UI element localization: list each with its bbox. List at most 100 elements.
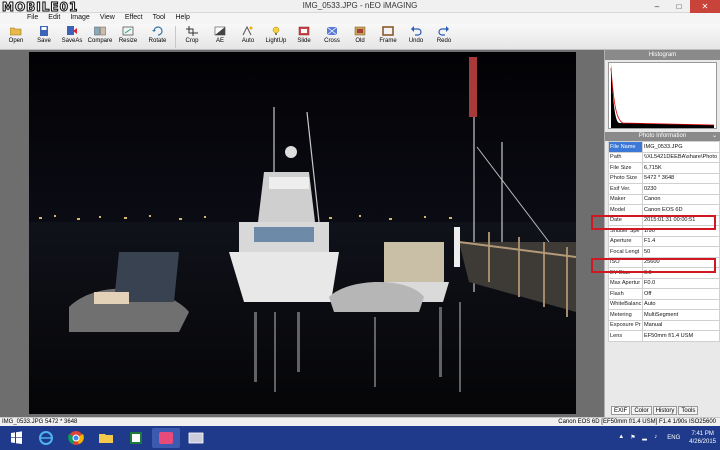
clock[interactable]: 7:41 PM 4/26/2015 — [689, 430, 716, 446]
collapse-icon[interactable]: ⌄ — [712, 132, 717, 141]
undo-icon — [411, 26, 422, 36]
cross-label: Cross — [324, 38, 340, 44]
resize-icon — [122, 26, 134, 36]
lightup-button[interactable]: LightUp — [262, 24, 290, 50]
info-key: WhiteBalanc — [608, 298, 643, 310]
tab-exif[interactable]: EXIF — [611, 406, 631, 415]
info-row[interactable]: Path \\XL5421DEEBA\share\Photo — [608, 151, 720, 163]
crop-button[interactable]: Crop — [178, 24, 206, 50]
minimize-button[interactable]: – — [646, 0, 668, 13]
undo-label: Undo — [408, 38, 424, 44]
tab-history[interactable]: History — [652, 406, 678, 415]
compare-button[interactable]: Compare — [86, 24, 114, 50]
photo-viewer-button[interactable] — [182, 428, 210, 448]
menu-view[interactable]: View — [95, 13, 120, 24]
system-tray: ▲ ⚑ ▂ ♪ ENG 7:41 PM 4/26/2015 — [616, 427, 716, 449]
chrome-button[interactable] — [62, 428, 90, 448]
tab-tools[interactable]: Tools — [678, 406, 699, 415]
window-controls: – □ ✕ — [646, 0, 720, 13]
status-exif-summary: Canon EOS 6D [EF50mm f/1.4 USM] F1.4 1/9… — [558, 419, 716, 425]
neo-imaging-button[interactable] — [152, 428, 180, 448]
info-key: Max Apertur — [608, 277, 643, 289]
info-row[interactable]: WhiteBalanc Auto — [608, 298, 720, 310]
slide-label: Slide — [297, 38, 311, 44]
open-icon — [10, 27, 22, 36]
excel-icon — [130, 432, 142, 444]
auto-button[interactable]: Auto — [234, 24, 262, 50]
info-panel: Histogram Photo Information ⌄ File Name I… — [591, 50, 720, 417]
info-row[interactable]: Metering MultiSegment — [608, 309, 720, 321]
info-row[interactable]: Exposure Pr Manual — [608, 319, 720, 331]
menu-edit[interactable]: Edit — [43, 13, 65, 24]
cross-icon — [326, 26, 338, 36]
open-button[interactable]: Open — [2, 24, 30, 50]
image-viewer[interactable] — [0, 50, 604, 417]
ie-button[interactable] — [32, 428, 60, 448]
menu-file[interactable]: File — [22, 13, 43, 24]
photo-info-label: Photo Information — [638, 133, 687, 139]
info-value: Canon — [642, 193, 720, 205]
saveas-label: SaveAs — [61, 38, 83, 44]
slide-button[interactable]: Slide — [290, 24, 318, 50]
menu-help[interactable]: Help — [170, 13, 194, 24]
resize-button[interactable]: Resize — [114, 24, 142, 50]
info-row[interactable]: Flash Off — [608, 288, 720, 300]
explorer-button[interactable] — [92, 428, 120, 448]
info-row[interactable]: Exif Ver. 0230 — [608, 183, 720, 195]
chevron-up-icon[interactable]: ▲ — [618, 434, 626, 442]
auto-icon — [242, 26, 253, 36]
volume-icon[interactable]: ♪ — [654, 434, 662, 442]
flag-icon[interactable]: ⚑ — [630, 434, 638, 442]
ae-button[interactable]: AE — [206, 24, 234, 50]
photo-info-table: File Name IMG_0533.JPG Path \\XL5421DEEBA\s… — [608, 141, 720, 342]
info-row[interactable]: Lens EF50mm f/1.4 USM — [608, 330, 720, 342]
photo-viewer-icon — [188, 432, 204, 444]
rotate-label: Rotate — [148, 38, 167, 44]
info-row[interactable]: File Name IMG_0533.JPG — [608, 141, 720, 153]
info-row[interactable]: File Size 6,715K — [608, 162, 720, 174]
close-button[interactable]: ✕ — [690, 0, 720, 13]
language-indicator[interactable]: ENG — [667, 435, 680, 441]
info-row[interactable]: Maker Canon — [608, 193, 720, 205]
info-row[interactable]: Photo Size 5472 * 3648 — [608, 172, 720, 184]
saveas-button[interactable]: SaveAs — [58, 24, 86, 50]
menu-image[interactable]: Image — [65, 13, 94, 24]
ie-icon — [39, 431, 53, 445]
panel-tabs: EXIF Color History Tools — [611, 406, 699, 415]
info-row[interactable]: Focal Lengt 50 — [608, 246, 720, 258]
excel-button[interactable] — [122, 428, 150, 448]
redo-button[interactable]: Redo — [430, 24, 458, 50]
info-key: Exposure Pr — [608, 319, 643, 331]
info-row[interactable]: Model Canon EOS 6D — [608, 204, 720, 216]
info-value: Auto — [642, 298, 720, 310]
cross-button[interactable]: Cross — [318, 24, 346, 50]
info-key: File Size — [608, 162, 643, 174]
old-button[interactable]: Old — [346, 24, 374, 50]
rotate-button[interactable]: Rotate — [142, 24, 173, 50]
menu-effect[interactable]: Effect — [120, 13, 148, 24]
explorer-icon — [99, 434, 113, 443]
status-file-info: IMG_0533.JPG 5472 * 3648 — [2, 419, 78, 425]
histogram — [608, 62, 717, 129]
night-harbor-photo[interactable] — [29, 52, 576, 414]
info-value: F1.4 — [642, 235, 720, 247]
open-label: Open — [8, 38, 24, 44]
start-button[interactable] — [2, 428, 30, 448]
start-icon — [11, 431, 22, 444]
compare-label: Compare — [87, 38, 113, 44]
save-button[interactable]: Save — [30, 24, 58, 50]
histogram-title: Histogram — [605, 50, 720, 60]
redo-label: Redo — [436, 38, 452, 44]
lightup-label: LightUp — [265, 38, 287, 44]
menu-tool[interactable]: Tool — [148, 13, 171, 24]
undo-button[interactable]: Undo — [402, 24, 430, 50]
info-row[interactable]: Max Apertur F0.0 — [608, 277, 720, 289]
info-row[interactable]: Aperture F1.4 — [608, 235, 720, 247]
tab-color[interactable]: Color — [631, 406, 652, 415]
app-window: MOBILE01 IMG_0533.JPG - nEO iMAGING – □ … — [0, 0, 720, 450]
maximize-button[interactable]: □ — [668, 0, 690, 13]
network-icon[interactable]: ▂ — [642, 434, 650, 442]
info-value: EF50mm f/1.4 USM — [642, 330, 720, 342]
info-value: F0.0 — [642, 277, 720, 289]
frame-button[interactable]: Frame — [374, 24, 402, 50]
